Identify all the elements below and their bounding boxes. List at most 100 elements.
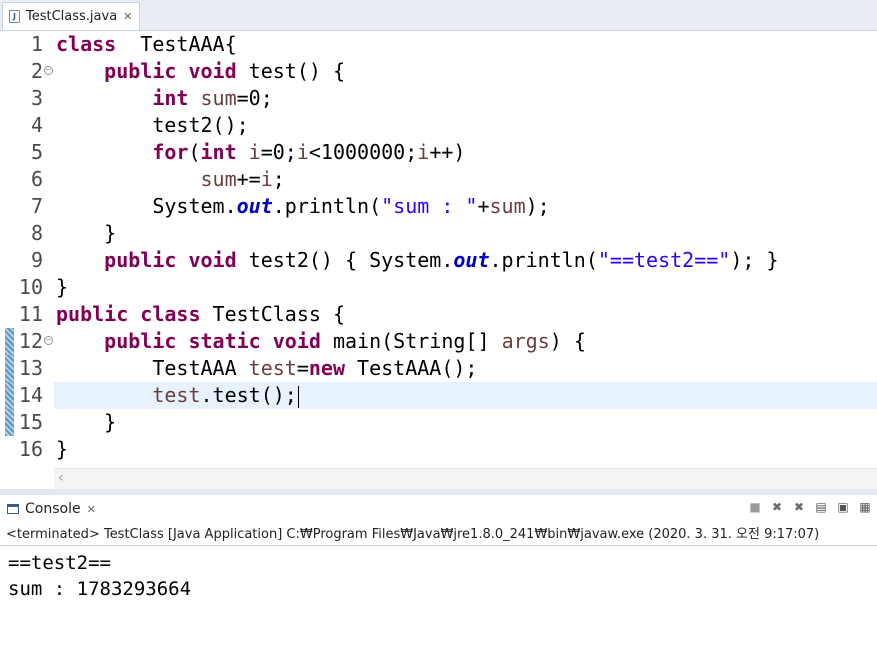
line-gutter[interactable]: 14 <box>0 382 54 409</box>
code-token: test2(); <box>56 113 249 137</box>
fold-collapse-icon[interactable]: − <box>44 336 53 345</box>
console-output-line: sum : 1783293664 <box>8 578 192 600</box>
code-token: =0; <box>236 86 273 110</box>
close-icon[interactable]: ✕ <box>123 10 132 23</box>
line-gutter[interactable]: 2− <box>0 58 54 85</box>
fold-collapse-icon[interactable]: − <box>44 66 53 75</box>
scroll-lock-button[interactable]: ▤ <box>813 499 829 515</box>
line-gutter[interactable]: 4 <box>0 112 54 139</box>
code-line-2[interactable]: 2− public void test() { <box>0 58 877 85</box>
line-gutter[interactable]: 15 <box>0 409 54 436</box>
code-line-1[interactable]: 1 class TestAAA{ <box>0 31 877 58</box>
code-token: class <box>56 32 117 56</box>
code-line-4[interactable]: 4 test2(); <box>0 112 877 139</box>
code-text[interactable]: test2(); <box>56 112 249 139</box>
code-text[interactable]: System.out.println("sum : "+sum); <box>56 193 550 220</box>
code-token: test2() { System. <box>236 248 454 272</box>
code-text[interactable]: } <box>56 436 68 463</box>
code-text[interactable]: public static void main(String[] args) { <box>56 328 586 355</box>
scroll-left-icon[interactable]: ‹ <box>58 470 64 486</box>
code-token: <1000000; <box>308 140 418 164</box>
code-token: ) { <box>549 329 586 353</box>
code-line-9[interactable]: 9 public void test2() { System.out.print… <box>0 247 877 274</box>
code-text[interactable]: public class TestClass { <box>56 301 345 328</box>
editor-tab-bar: J TestClass.java ✕ <box>0 0 877 31</box>
line-gutter[interactable]: 8 <box>0 220 54 247</box>
console-icon <box>7 504 19 514</box>
editor-tab-testclass-java[interactable]: J TestClass.java ✕ <box>2 2 140 30</box>
line-gutter[interactable]: 12− <box>0 328 54 355</box>
code-text[interactable]: } <box>56 274 68 301</box>
change-marker <box>5 328 14 355</box>
code-token: ); <box>525 194 550 218</box>
console-tab[interactable]: Console ✕ <box>0 496 96 522</box>
code-text[interactable]: public void test2() { System.out.println… <box>56 247 778 274</box>
code-token: public <box>56 302 129 326</box>
code-text[interactable]: test.test(); <box>56 382 299 409</box>
line-gutter[interactable]: 9 <box>0 247 54 274</box>
code-token: void <box>188 248 237 272</box>
code-text[interactable]: TestAAA test=new TestAAA(); <box>56 355 477 382</box>
code-text[interactable]: for(int i=0;i<1000000;i++) <box>56 139 465 166</box>
code-line-7[interactable]: 7 System.out.println("sum : "+sum); <box>0 193 877 220</box>
code-token: ( <box>188 140 201 164</box>
code-line-6[interactable]: 6 sum+=i; <box>0 166 877 193</box>
code-token: = <box>296 356 309 380</box>
code-line-8[interactable]: 8 } <box>0 220 877 247</box>
code-token: int <box>200 140 237 164</box>
line-gutter[interactable]: 13 <box>0 355 54 382</box>
line-gutter[interactable]: 3 <box>0 85 54 112</box>
code-text[interactable]: public void test() { <box>56 58 345 85</box>
horizontal-scrollbar[interactable]: ‹ <box>54 468 877 489</box>
code-token: } <box>56 275 69 299</box>
code-token: public <box>104 329 177 353</box>
line-gutter[interactable]: 5 <box>0 139 54 166</box>
code-line-10[interactable]: 10} <box>0 274 877 301</box>
console-output[interactable]: ==test2== sum : 1783293664 <box>8 550 191 602</box>
code-token: i <box>417 140 430 164</box>
code-token: } <box>56 221 117 245</box>
code-line-3[interactable]: 3 int sum=0; <box>0 85 877 112</box>
code-token: sum <box>200 167 237 191</box>
code-line-5[interactable]: 5 for(int i=0;i<1000000;i++) <box>0 139 877 166</box>
code-text[interactable]: } <box>56 220 116 247</box>
code-editor[interactable]: ‹ 1 class TestAAA{2− public void test() {… <box>0 31 877 489</box>
code-line-15[interactable]: 15 } <box>0 409 877 436</box>
line-gutter[interactable]: 16 <box>0 436 54 463</box>
line-gutter[interactable]: 7 <box>0 193 54 220</box>
code-line-16[interactable]: 16} <box>0 436 877 463</box>
close-icon[interactable]: ✕ <box>87 503 96 516</box>
remove-all-terminated-button[interactable]: ✖ <box>791 499 807 515</box>
terminate-button[interactable]: ■ <box>747 499 763 515</box>
code-text[interactable]: } <box>56 409 116 436</box>
remove-launch-button[interactable]: ✖ <box>769 499 785 515</box>
code-line-11[interactable]: 11 public class TestClass { <box>0 301 877 328</box>
line-gutter[interactable]: 6 <box>0 166 54 193</box>
line-number: 2 <box>30 59 43 83</box>
line-number: 11 <box>18 302 43 326</box>
line-gutter[interactable]: 10 <box>0 274 54 301</box>
code-token: .test(); <box>200 383 297 407</box>
line-number: 13 <box>18 356 43 380</box>
code-line-14[interactable]: 14 test.test(); <box>0 382 877 409</box>
line-gutter[interactable]: 11 <box>0 301 54 328</box>
code-text[interactable]: sum+=i; <box>56 166 285 193</box>
code-line-13[interactable]: 13 TestAAA test=new TestAAA(); <box>0 355 877 382</box>
console-output-line: ==test2== <box>8 552 111 574</box>
java-file-icon: J <box>9 10 20 23</box>
code-line-12[interactable]: 12− public static void main(String[] arg… <box>0 328 877 355</box>
display-selected-console-button[interactable]: ▦ <box>857 499 873 515</box>
code-token: "==test2==" <box>597 248 731 272</box>
code-text[interactable]: int sum=0; <box>56 85 273 112</box>
pin-console-button[interactable]: ▣ <box>835 499 851 515</box>
code-token: i <box>248 140 261 164</box>
code-token: =0; <box>260 140 297 164</box>
code-text[interactable]: class TestAAA{ <box>56 31 237 58</box>
line-number: 9 <box>30 248 43 272</box>
line-gutter[interactable]: 1 <box>0 31 54 58</box>
console-tab-bar: Console ✕ ■ ✖ ✖ ▤ ▣ ▦ <box>0 495 877 523</box>
